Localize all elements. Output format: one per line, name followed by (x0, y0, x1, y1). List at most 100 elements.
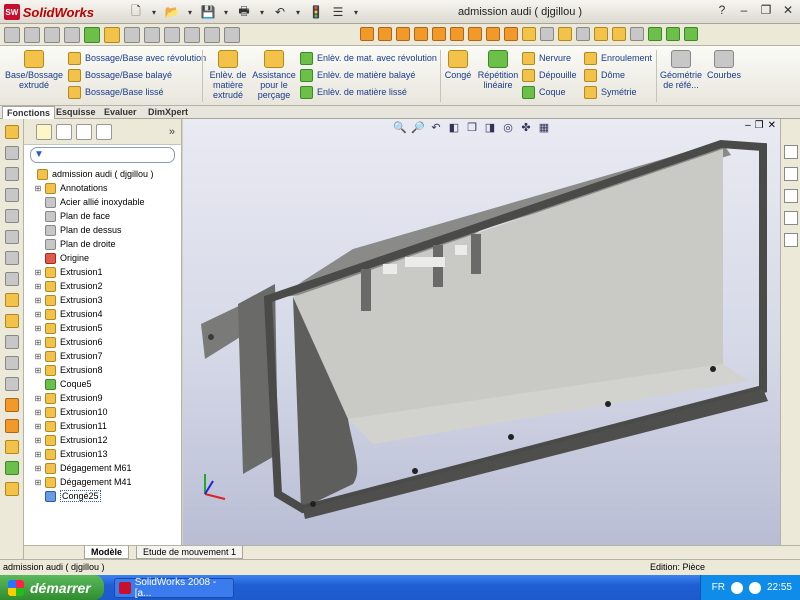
revolve-tool-icon[interactable] (5, 146, 19, 160)
expand-plus-icon[interactable]: ⊞ (34, 310, 42, 319)
tree-item[interactable]: Plan de face (34, 209, 181, 223)
tree-item[interactable]: Origine (34, 251, 181, 265)
boss-extrude-button[interactable]: Base/Bossage extrudé (4, 50, 64, 90)
tree-item[interactable]: Plan de droite (34, 237, 181, 251)
instant3d-tool-icon[interactable] (5, 482, 19, 496)
expand-plus-icon[interactable]: ⊞ (34, 184, 42, 193)
tree-item[interactable]: ⊞ Annotations (34, 181, 181, 195)
tab-esquisse[interactable]: Esquisse (52, 106, 100, 119)
cut-revolve-button[interactable]: Enlèv. de mat. avec révolution (300, 50, 437, 66)
mirror-entity-icon[interactable] (204, 27, 220, 43)
tree-item[interactable]: ⊞ Extrusion3 (34, 293, 181, 307)
expand-plus-icon[interactable]: ⊞ (34, 366, 42, 375)
cut-surface-icon[interactable] (558, 27, 572, 41)
dome-button[interactable]: Dôme (584, 67, 625, 83)
minimize-icon[interactable]: – (736, 3, 752, 19)
pattern-tool-icon[interactable] (5, 335, 19, 349)
curves-tool-icon[interactable] (5, 461, 19, 475)
expand-plus-icon[interactable]: ⊞ (34, 324, 42, 333)
display-icon[interactable] (84, 27, 100, 43)
tab-fonctions[interactable]: Fonctions (2, 106, 55, 119)
tree-root[interactable]: admission audi ( djgillou ) (34, 167, 181, 181)
cut-loft-button[interactable]: Enlèv. de matière lissé (300, 84, 407, 100)
volume-icon[interactable] (748, 581, 761, 594)
rectangle-tool-icon[interactable] (44, 27, 60, 43)
graphics-viewport[interactable]: 🔍 🔎 ↶ ◧ ❒ ◨ ◎ ✤ ▦ – ❐ ✕ (183, 119, 780, 545)
expand-plus-icon[interactable]: ⊞ (34, 268, 42, 277)
tree-item[interactable]: ⊞ Extrusion6 (34, 335, 181, 349)
loft-button[interactable]: Bossage/Base lissé (68, 84, 164, 100)
hole-tool-icon[interactable] (5, 398, 19, 412)
tree-filter-input[interactable]: ▼ (30, 147, 175, 163)
expand-plus-icon[interactable]: ⊞ (34, 352, 42, 361)
smart-dim-icon[interactable] (164, 27, 180, 43)
network-icon[interactable] (730, 581, 743, 594)
start-button[interactable]: démarrer (0, 575, 104, 600)
cut-extrude-button[interactable]: Enlèv. de matière extrudé (206, 50, 250, 100)
tree-item[interactable]: Plan de dessus (34, 223, 181, 237)
tab-motion-study[interactable]: Etude de mouvement 1 (136, 546, 244, 559)
restore-icon[interactable]: ❐ (758, 3, 774, 19)
trim-surface-icon[interactable] (504, 27, 518, 41)
sweep-button[interactable]: Bossage/Base balayé (68, 67, 172, 83)
split-line-icon[interactable] (684, 27, 698, 41)
view-palette-icon[interactable] (784, 211, 798, 225)
dome-tool-icon[interactable] (5, 419, 19, 433)
home-icon[interactable] (784, 145, 798, 159)
mate-icon[interactable] (124, 27, 140, 43)
tree-item[interactable]: ⊞ Extrusion9 (34, 391, 181, 405)
hole-wizard-button[interactable]: Assistance pour le perçage (252, 50, 296, 100)
expand-plus-icon[interactable]: ⊞ (34, 408, 42, 417)
configuration-manager-tab-icon[interactable] (76, 123, 92, 140)
fill-surface-icon[interactable] (468, 27, 482, 41)
ref-geometry-button[interactable]: Géométrie de réfé... (659, 50, 703, 90)
light-icon[interactable] (104, 27, 120, 43)
expand-plus-icon[interactable]: ⊞ (34, 478, 42, 487)
shell-tool-icon[interactable] (5, 356, 19, 370)
new-dropdown-icon[interactable]: ▾ (150, 4, 158, 20)
tree-item[interactable]: Coque5 (34, 377, 181, 391)
tab-dimxpert[interactable]: DimXpert (144, 106, 192, 119)
tab-evaluer[interactable]: Evaluer (100, 106, 141, 119)
mirror-button[interactable]: Symétrie (584, 84, 637, 100)
appearances-icon[interactable] (784, 233, 798, 247)
move-face-icon[interactable] (612, 27, 626, 41)
surface-extrude-icon[interactable] (360, 27, 374, 41)
print-icon[interactable]: 🖶 (236, 4, 252, 20)
tree-item[interactable]: ⊞ Extrusion1 (34, 265, 181, 279)
cut-sweep-tool-icon[interactable] (5, 272, 19, 286)
fillet-tool-icon[interactable] (5, 293, 19, 307)
relations-icon[interactable] (184, 27, 200, 43)
options-icon[interactable]: ☰ (330, 4, 346, 20)
tree-item[interactable]: ⊞ Dégagement M41 (34, 475, 181, 489)
sweep-tool-icon[interactable] (5, 167, 19, 181)
extrude-tool-icon[interactable] (5, 125, 19, 139)
file-explorer-icon[interactable] (784, 189, 798, 203)
circle-tool-icon[interactable] (64, 27, 80, 43)
untrim-icon[interactable] (630, 27, 644, 41)
expand-plus-icon[interactable]: ⊞ (34, 436, 42, 445)
tree-item[interactable]: ⊞ Extrusion12 (34, 433, 181, 447)
curves-button[interactable]: Courbes (706, 50, 742, 80)
expand-plus-icon[interactable]: ⊞ (34, 296, 42, 305)
extend-surface-icon[interactable] (486, 27, 500, 41)
cut-tool-icon[interactable] (5, 230, 19, 244)
ruled-icon[interactable] (666, 27, 680, 41)
line-tool-icon[interactable] (24, 27, 40, 43)
expand-plus-icon[interactable]: ⊞ (34, 394, 42, 403)
replace-face-icon[interactable] (594, 27, 608, 41)
tree-item[interactable]: Acier allié inoxydable (34, 195, 181, 209)
new-document-icon[interactable]: 🗋 (128, 4, 144, 20)
rebuild-icon[interactable]: 🚦 (308, 4, 324, 20)
open-folder-icon[interactable]: 📂 (164, 4, 180, 20)
open-dropdown-icon[interactable]: ▾ (186, 4, 194, 20)
tree-item[interactable]: ⊞ Extrusion2 (34, 279, 181, 293)
expand-plus-icon[interactable]: ⊞ (34, 422, 42, 431)
tree-item[interactable]: ⊞ Extrusion10 (34, 405, 181, 419)
surface-revolve-icon[interactable] (378, 27, 392, 41)
tree-item[interactable]: Congé25 (34, 489, 181, 503)
mirror-tool-icon[interactable] (5, 440, 19, 454)
sketch-tool-icon[interactable] (4, 27, 20, 43)
property-manager-tab-icon[interactable] (56, 123, 72, 140)
tree-item[interactable]: ⊞ Dégagement M61 (34, 461, 181, 475)
